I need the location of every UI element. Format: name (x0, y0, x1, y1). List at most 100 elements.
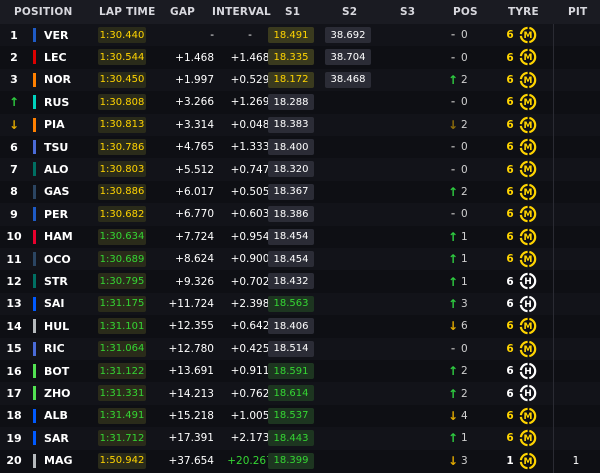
pit-count (570, 427, 582, 449)
table-row[interactable]: 9 PER 1:30.682 +6.770 +0.603 18.386-0 6 M (0, 203, 600, 226)
table-row[interactable]: 18 ALB 1:31.491 +15.218 +1.005 18.537 ↓ 4 6 M (0, 404, 600, 428)
table-row[interactable]: ↑ RUS 1:30.808 +3.266 +1.269 18.288-0 6 M (0, 91, 600, 114)
table-row[interactable]: ↓ PIA 1:30.813 +3.314 +0.048 18.383 ↓ 2 6 M (0, 113, 600, 136)
driver-code[interactable]: PER (44, 203, 88, 225)
driver-code[interactable]: RIC (44, 338, 88, 360)
driver-code[interactable]: HAM (44, 226, 88, 248)
position-change: ↓ 2 (448, 114, 480, 136)
table-row[interactable]: 2 LEC 1:30.544 +1.468 +1.468 18.335 38.704-0 6 M (0, 46, 600, 69)
pit-count (570, 226, 582, 248)
sector-2-time: 38.692 (325, 27, 371, 43)
svg-text:M: M (524, 54, 533, 64)
gap: +12.780 (168, 342, 214, 355)
header-tyre[interactable]: TYRE (508, 6, 539, 18)
tyre-age: 6 (506, 409, 514, 422)
table-row[interactable]: 20 MAG 1:50.942 +37.654 +20.267 18.399 ↓ 3 1 M 1 (0, 449, 600, 472)
gap: +13.691 (168, 365, 214, 378)
pit-count (570, 69, 582, 91)
driver-code[interactable]: NOR (44, 69, 88, 91)
tyre-age: 6 (506, 230, 514, 243)
sector-1-time: 18.614 (268, 385, 314, 402)
gap: +7.724 (175, 230, 214, 243)
team-color-bar (33, 386, 36, 401)
lap-time: 1:30.808 (98, 94, 146, 111)
header-s3[interactable]: S3 (400, 6, 415, 18)
position-cell: 2 (10, 51, 18, 65)
table-row[interactable]: 11 OCO 1:30.689 +8.624 +0.900 18.454 ↑ 1 6 M (0, 248, 600, 271)
header-lap-time[interactable]: LAP TIME (99, 6, 155, 18)
driver-code[interactable]: MAG (44, 450, 88, 472)
table-row[interactable]: 10 HAM 1:30.634 +7.724 +0.954 18.454 ↑ 1 6 M (0, 225, 600, 248)
position-change-value: 1 (461, 275, 468, 288)
driver-code[interactable]: PIA (44, 114, 88, 136)
driver-code[interactable]: TSU (44, 136, 88, 158)
team-color-bar (33, 341, 36, 356)
table-row[interactable]: 12 STR 1:30.795 +9.326 +0.702 18.432 ↑ 1 6 H (0, 270, 600, 293)
pit-count (570, 203, 582, 225)
table-header: POSITION LAP TIME GAP INTERVAL S1 S2 S3 … (0, 0, 600, 24)
position-change: ↑ 1 (448, 248, 480, 270)
gap: - (210, 29, 214, 42)
team-color-bar (33, 319, 36, 334)
pit-count (570, 24, 582, 46)
position-change-value: 3 (461, 297, 468, 310)
driver-code[interactable]: VER (44, 24, 88, 46)
sector-1-time: 18.383 (268, 116, 314, 133)
svg-text:M: M (524, 412, 533, 422)
position-change: ↑ 3 (448, 293, 480, 315)
driver-code[interactable]: SAI (44, 293, 88, 315)
position-cell: 18 (6, 409, 22, 423)
driver-code[interactable]: HUL (44, 315, 88, 337)
table-row[interactable]: 8 GAS 1:30.886 +6.017 +0.505 18.367 ↑ 2 6 M (0, 180, 600, 204)
team-color-bar (33, 229, 36, 244)
table-row[interactable]: 13 SAI 1:31.175 +11.724 +2.398 18.563 ↑ 3 6 H (0, 292, 600, 316)
pit-count (570, 315, 582, 337)
driver-code[interactable]: ALO (44, 158, 88, 180)
header-s1[interactable]: S1 (285, 6, 300, 18)
header-interval[interactable]: INTERVAL (212, 6, 271, 18)
header-s2[interactable]: S2 (342, 6, 357, 18)
tyre-age: 6 (506, 118, 514, 131)
driver-code[interactable]: GAS (44, 181, 88, 203)
no-change-dash-icon: - (450, 208, 456, 221)
driver-code[interactable]: STR (44, 270, 88, 292)
driver-code[interactable]: SAR (44, 427, 88, 449)
team-color-bar (33, 453, 36, 468)
table-row[interactable]: 19 SAR 1:31.712 +17.391 +2.173 18.443 ↑ 1 6 M (0, 427, 600, 450)
lap-time: 1:31.712 (98, 430, 146, 447)
svg-text:H: H (524, 300, 532, 310)
sector-1-time: 18.432 (268, 273, 314, 290)
table-row[interactable]: 3 NOR 1:30.450 +1.997 +0.529 18.172 38.468 ↑ 2 6 M (0, 68, 600, 92)
pit-count (570, 338, 582, 360)
gap: +9.326 (175, 275, 214, 288)
team-color-bar (33, 274, 36, 289)
svg-text:H: H (524, 390, 532, 400)
header-pos[interactable]: POS (453, 6, 478, 18)
table-row[interactable]: 6 TSU 1:30.786 +4.765 +1.333 18.400-0 6 M (0, 136, 600, 159)
tyre-age: 6 (506, 297, 514, 310)
driver-code[interactable]: ALB (44, 405, 88, 427)
header-gap[interactable]: GAP (170, 6, 195, 18)
tyre-age: 6 (506, 141, 514, 154)
table-row[interactable]: 1 VER 1:30.440 - - 18.491 38.692 -0 6 M (0, 24, 600, 47)
driver-code[interactable]: LEC (44, 46, 88, 68)
header-pit[interactable]: PIT (568, 6, 587, 18)
table-row[interactable]: 16 BOT 1:31.122 +13.691 +0.911 18.591 ↑ 2 6 H (0, 360, 600, 383)
driver-code[interactable]: OCO (44, 248, 88, 270)
driver-code[interactable]: RUS (44, 91, 88, 113)
header-position[interactable]: POSITION (14, 6, 72, 18)
lap-time: 1:30.544 (98, 49, 146, 66)
table-row[interactable]: 17 ZHO 1:31.331 +14.213 +0.762 18.614 ↑ 2 6 H (0, 382, 600, 405)
medium-tyre-icon: M (519, 228, 537, 245)
table-row[interactable]: 15 RIC 1:31.064 +12.780 +0.425 18.514-0 6 M (0, 337, 600, 360)
table-row[interactable]: 14 HUL 1:31.101 +12.355 +0.642 18.406 ↓ 6 6 M (0, 315, 600, 338)
driver-code[interactable]: ZHO (44, 382, 88, 404)
table-row[interactable]: 7 ALO 1:30.803 +5.512 +0.747 18.320-0 6 M (0, 158, 600, 181)
position-change-value: 0 (461, 29, 468, 42)
down-arrow-icon: ↓ (448, 319, 459, 334)
medium-tyre-icon: M (519, 183, 537, 201)
position-cell: 19 (6, 431, 22, 445)
gap: +3.314 (175, 118, 214, 131)
driver-code[interactable]: BOT (44, 360, 88, 382)
svg-text:H: H (524, 367, 532, 377)
